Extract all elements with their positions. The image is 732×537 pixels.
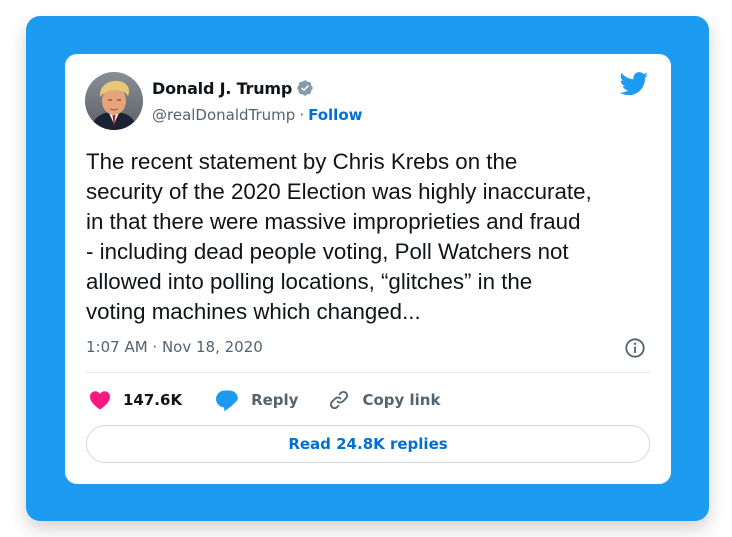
info-icon[interactable] xyxy=(624,337,646,359)
link-icon xyxy=(330,390,349,410)
handle-separator: · xyxy=(299,106,305,124)
reply-button[interactable]: Reply xyxy=(215,389,298,411)
verified-badge-icon xyxy=(297,80,313,96)
copy-link-button[interactable]: Copy link xyxy=(328,389,440,411)
twitter-bird-icon[interactable] xyxy=(619,72,649,96)
like-count: 147.6K xyxy=(123,391,183,409)
avatar-image xyxy=(85,72,143,130)
heart-icon xyxy=(90,391,110,410)
copy-link-label: Copy link xyxy=(362,391,441,409)
tweet-timestamp[interactable]: 1:07 AM · Nov 18, 2020 xyxy=(86,338,263,356)
avatar[interactable] xyxy=(85,72,143,130)
action-bar: 147.6K Reply Copy link xyxy=(89,387,440,413)
follow-link[interactable]: Follow xyxy=(308,106,362,124)
author-block: Donald J. Trump @realDonaldTrump · Follo… xyxy=(152,76,362,125)
tweet-card: Donald J. Trump @realDonaldTrump · Follo… xyxy=(65,54,671,484)
speech-bubble-icon xyxy=(216,390,238,411)
divider xyxy=(86,372,650,373)
author-name[interactable]: Donald J. Trump xyxy=(152,79,292,98)
like-button[interactable]: 147.6K xyxy=(89,390,182,410)
reply-label: Reply xyxy=(251,391,299,409)
read-replies-button[interactable]: Read 24.8K replies xyxy=(86,425,650,463)
tweet-text: The recent statement by Chris Krebs on t… xyxy=(86,149,592,324)
author-handle[interactable]: @realDonaldTrump xyxy=(152,106,295,124)
